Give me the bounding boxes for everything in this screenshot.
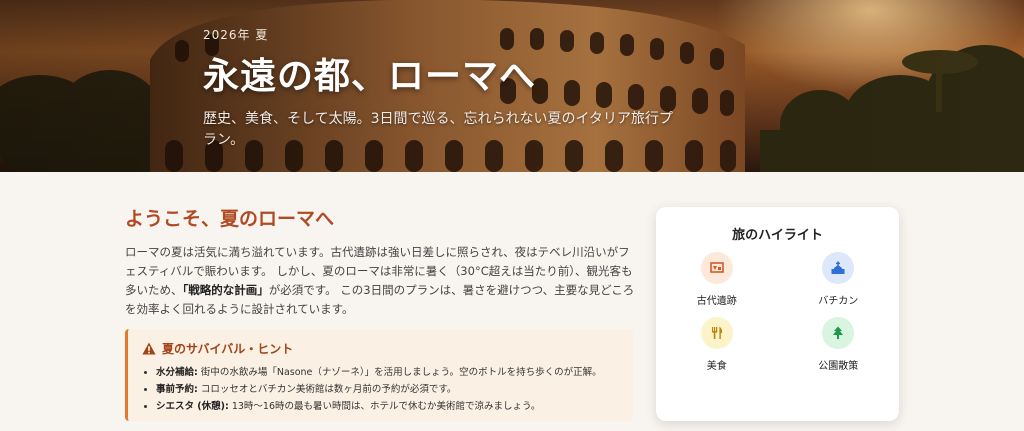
tips-title: 夏のサバイバル・ヒント	[162, 342, 294, 356]
intro-title: ようこそ、夏のローマへ	[125, 208, 335, 230]
highlight-vatican[interactable]: バチカン	[778, 252, 900, 307]
list-item: シエスタ (休憩): 13時〜16時の最も暑い時間は、ホテルで休むか美術館で涼み…	[156, 398, 619, 415]
list-item: 事前予約: コロッセオとバチカン美術館は数ヶ月前の予約が必須です。	[156, 381, 619, 398]
tips-list: 水分補給: 街中の水飲み場「Nasone（ナゾーネ）」を活用しましょう。空のボト…	[142, 364, 619, 415]
hero-subtitle: 歴史、美食、そして太陽。3日間で巡る、忘れられない夏のイタリア旅行プラン。	[203, 111, 673, 148]
hero-title: 永遠の都、ローマへ	[203, 55, 537, 97]
highlights-card: 旅のハイライト 古代遺跡 バチカン 美食 公園散策	[656, 207, 899, 421]
warning-icon	[142, 342, 156, 355]
highlight-ruins[interactable]: 古代遺跡	[656, 252, 778, 307]
utensils-icon	[711, 327, 722, 339]
tree-icon	[833, 326, 844, 339]
ruins-icon	[709, 262, 724, 273]
church-icon	[831, 261, 845, 274]
highlight-food[interactable]: 美食	[656, 317, 778, 372]
intro-section: ようこそ、夏のローマへ ローマの夏は活気に満ち溢れています。古代遺跡は強い日差し…	[125, 204, 635, 319]
hero-eyebrow: 2026年 夏	[203, 28, 269, 42]
intro-text: ローマの夏は活気に満ち溢れています。古代遺跡は強い日差しに照らされ、夜はテベレ川…	[125, 245, 635, 316]
list-item: 水分補給: 街中の水飲み場「Nasone（ナゾーネ）」を活用しましょう。空のボト…	[156, 364, 619, 381]
highlights-title: 旅のハイライト	[732, 228, 823, 243]
highlight-park[interactable]: 公園散策	[778, 317, 900, 372]
highlights-grid: 古代遺跡 バチカン 美食 公園散策	[656, 252, 899, 372]
intro-emphasis: 「戦略的な計画」	[182, 283, 269, 297]
hero-banner: 2026年 夏 永遠の都、ローマへ 歴史、美食、そして太陽。3日間で巡る、忘れら…	[0, 0, 1024, 172]
main-content: ようこそ、夏のローマへ ローマの夏は活気に満ち溢れています。古代遺跡は強い日差し…	[0, 172, 1024, 431]
survival-tips-box: 夏のサバイバル・ヒント 水分補給: 街中の水飲み場「Nasone（ナゾーネ）」を…	[125, 329, 633, 421]
